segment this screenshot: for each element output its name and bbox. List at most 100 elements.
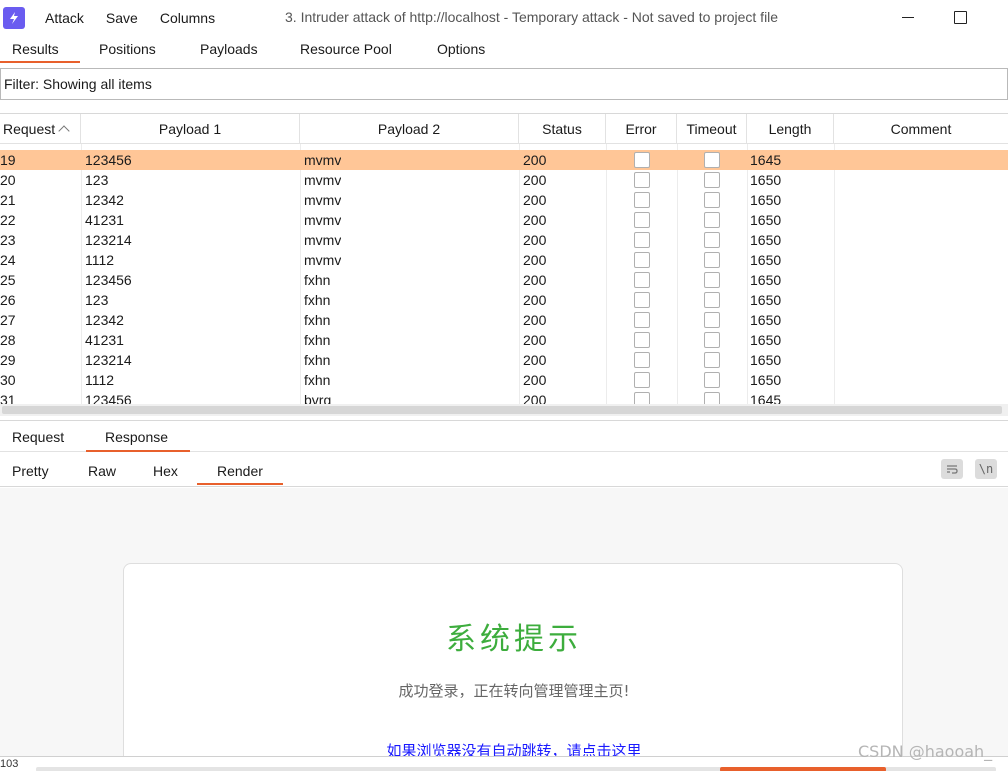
status-bar: 103 (0, 756, 1008, 771)
tab-results[interactable]: Results (12, 41, 59, 57)
table-row[interactable]: 23 123214 mvmv 200 1650 (0, 230, 1008, 250)
cell-payload1: 123214 (85, 232, 132, 248)
error-checkbox (634, 232, 650, 248)
cell-request: 24 (0, 252, 16, 268)
col-payload1[interactable]: Payload 1 (81, 114, 300, 144)
table-row[interactable]: 21 12342 mvmv 200 1650 (0, 190, 1008, 210)
maximize-icon[interactable] (950, 7, 970, 27)
table-row[interactable]: 20 123 mvmv 200 1650 (0, 170, 1008, 190)
cell-length: 1650 (750, 172, 782, 188)
progress-bar (720, 767, 886, 771)
table-row[interactable]: 31 123456 bvrg 200 1645 (0, 390, 1008, 405)
table-row[interactable]: 30 1112 fxhn 200 1650 (0, 370, 1008, 390)
cell-status: 200 (523, 312, 547, 328)
cell-payload1: 41231 (85, 212, 124, 228)
tab-payloads[interactable]: Payloads (200, 41, 258, 57)
wrap-icon[interactable] (941, 459, 963, 479)
col-length[interactable]: Length (747, 114, 834, 144)
rendered-page-card: 系统提示 成功登录，正在转向管理管理主页! 如果浏览器没有自动跳转，请点击这里 (123, 563, 903, 756)
table-row[interactable]: 27 12342 fxhn 200 1650 (0, 310, 1008, 330)
cell-payload2: bvrg (304, 392, 332, 405)
cell-request: 22 (0, 212, 16, 228)
timeout-checkbox (704, 152, 720, 168)
cell-length: 1650 (750, 292, 782, 308)
cell-request: 28 (0, 332, 16, 348)
timeout-checkbox (704, 232, 720, 248)
scrollbar-thumb[interactable] (2, 406, 1002, 414)
error-checkbox (634, 152, 650, 168)
tab-hex[interactable]: Hex (153, 463, 178, 479)
col-status[interactable]: Status (519, 114, 606, 144)
timeout-checkbox (704, 312, 720, 328)
cell-payload2: fxhn (304, 332, 331, 348)
timeout-checkbox (704, 292, 720, 308)
tab-options[interactable]: Options (437, 41, 485, 57)
horizontal-scrollbar[interactable] (0, 404, 1008, 416)
cell-request: 21 (0, 192, 16, 208)
timeout-checkbox (704, 352, 720, 368)
rendered-redirect-link[interactable]: 如果浏览器没有自动跳转，请点击这里 (124, 740, 904, 756)
col-payload2[interactable]: Payload 2 (300, 114, 519, 144)
error-checkbox (634, 192, 650, 208)
cell-length: 1650 (750, 352, 782, 368)
tab-request[interactable]: Request (12, 429, 64, 445)
cell-status: 200 (523, 292, 547, 308)
cell-payload1: 123 (85, 292, 109, 308)
menu-attack[interactable]: Attack (45, 10, 84, 26)
timeout-checkbox (704, 172, 720, 188)
cell-request: 23 (0, 232, 16, 248)
table-row[interactable]: 28 41231 fxhn 200 1650 (0, 330, 1008, 350)
newline-toggle-button[interactable]: \n (975, 459, 997, 479)
table-header: Request Payload 1 Payload 2 Status Error… (0, 114, 1008, 144)
table-row[interactable]: 19 123456 mvmv 200 1645 (0, 150, 1008, 170)
cell-payload1: 123 (85, 172, 109, 188)
cell-payload2: fxhn (304, 372, 331, 388)
menu-save[interactable]: Save (106, 10, 138, 26)
error-checkbox (634, 372, 650, 388)
col-timeout[interactable]: Timeout (677, 114, 747, 144)
cell-status: 200 (523, 252, 547, 268)
cell-request: 27 (0, 312, 16, 328)
timeout-checkbox (704, 332, 720, 348)
filter-bar[interactable]: Filter: Showing all items (0, 68, 1008, 100)
table-row[interactable]: 25 123456 fxhn 200 1650 (0, 270, 1008, 290)
cell-request: 20 (0, 172, 16, 188)
cell-payload1: 123456 (85, 392, 132, 405)
table-row[interactable]: 29 123214 fxhn 200 1650 (0, 350, 1008, 370)
title-bar: Attack Save Columns 3. Intruder attack o… (0, 0, 1008, 36)
tab-pretty[interactable]: Pretty (12, 463, 49, 479)
col-request[interactable]: Request (0, 114, 81, 144)
cell-status: 200 (523, 272, 547, 288)
tab-response[interactable]: Response (105, 429, 168, 445)
tab-render[interactable]: Render (217, 463, 263, 479)
cell-status: 200 (523, 392, 547, 405)
tab-raw[interactable]: Raw (88, 463, 116, 479)
table-row[interactable]: 26 123 fxhn 200 1650 (0, 290, 1008, 310)
tab-positions[interactable]: Positions (99, 41, 156, 57)
col-comment[interactable]: Comment (834, 114, 1008, 144)
minimize-icon[interactable] (898, 7, 918, 27)
window-title: 3. Intruder attack of http://localhost -… (285, 9, 779, 25)
cell-request: 25 (0, 272, 16, 288)
table-row[interactable]: 22 41231 mvmv 200 1650 (0, 210, 1008, 230)
cell-status: 200 (523, 332, 547, 348)
cell-payload2: mvmv (304, 212, 342, 228)
cell-status: 200 (523, 172, 547, 188)
cell-payload2: mvmv (304, 172, 342, 188)
cell-payload1: 123456 (85, 152, 132, 168)
error-checkbox (634, 292, 650, 308)
table-row[interactable]: 24 1112 mvmv 200 1650 (0, 250, 1008, 270)
sort-ascending-icon (58, 125, 70, 137)
col-error[interactable]: Error (606, 114, 677, 144)
error-checkbox (634, 312, 650, 328)
cell-length: 1645 (750, 152, 782, 168)
cell-request: 29 (0, 352, 16, 368)
menu-columns[interactable]: Columns (160, 10, 215, 26)
cell-request: 26 (0, 292, 16, 308)
cell-length: 1650 (750, 232, 782, 248)
cell-payload2: mvmv (304, 152, 342, 168)
timeout-checkbox (704, 192, 720, 208)
tab-resource-pool[interactable]: Resource Pool (300, 41, 392, 57)
cell-payload2: mvmv (304, 232, 342, 248)
cell-length: 1650 (750, 332, 782, 348)
